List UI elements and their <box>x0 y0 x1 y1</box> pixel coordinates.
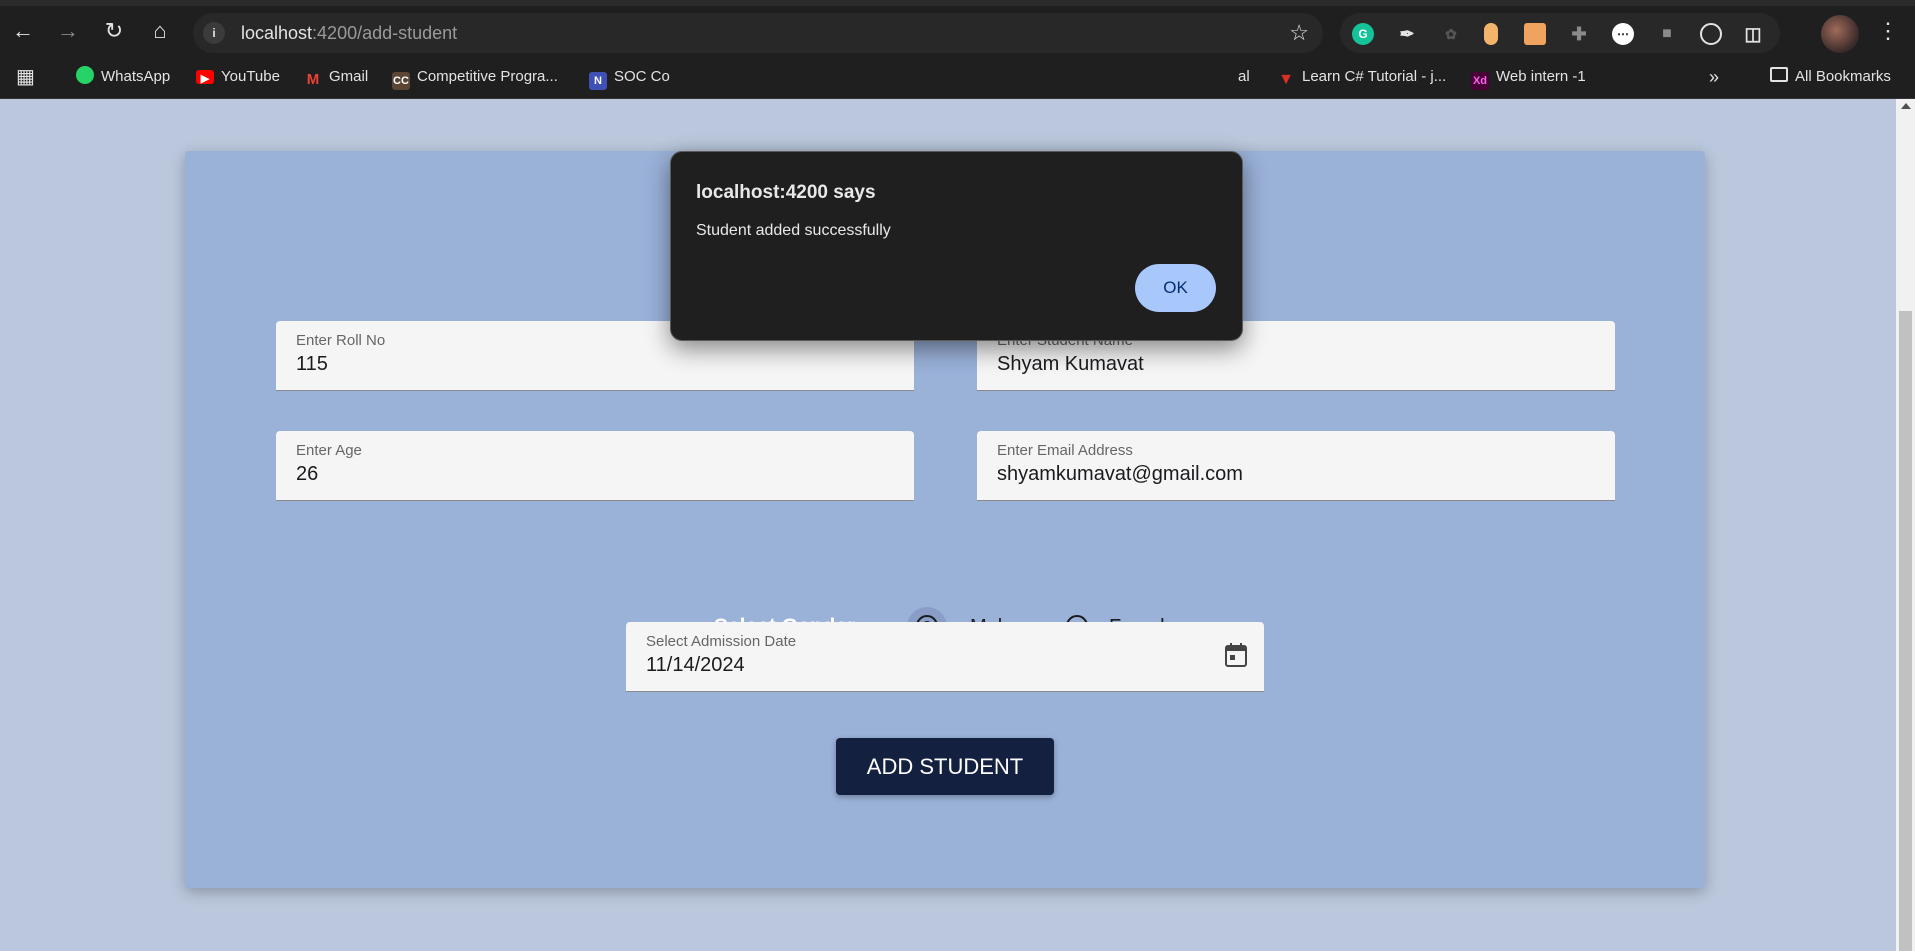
robot-extension-icon[interactable]: ■ <box>1656 23 1678 45</box>
bookmark-web-intern[interactable]: Xd Web intern -1 <box>1471 66 1586 90</box>
more-bookmarks-chevron-icon[interactable]: » <box>1709 66 1719 88</box>
back-arrow-icon[interactable]: ← <box>8 16 38 46</box>
profile-avatar[interactable] <box>1821 15 1859 53</box>
fox-extension-icon[interactable] <box>1484 23 1498 45</box>
ruler-extension-icon[interactable]: ✚ <box>1568 23 1590 45</box>
bookmark-competitive-programming[interactable]: CC Competitive Progra... <box>392 66 558 90</box>
extension-muted-icon[interactable]: ✿ <box>1440 23 1462 45</box>
add-student-button[interactable]: ADD STUDENT <box>836 738 1054 795</box>
roll-no-value[interactable]: 115 <box>296 353 328 376</box>
bookmark-whatsapp[interactable]: WhatsApp <box>76 66 170 88</box>
bookmark-gmail[interactable]: M Gmail <box>304 66 368 88</box>
camera-extension-icon[interactable] <box>1524 23 1546 45</box>
n-icon: N <box>589 72 607 90</box>
site-info-icon[interactable]: i <box>203 22 225 44</box>
address-bar[interactable]: i localhost:4200/add-student ☆ <box>193 13 1323 53</box>
folder-icon <box>1770 67 1788 82</box>
age-value[interactable]: 26 <box>296 463 318 486</box>
age-label: Enter Age <box>296 442 362 459</box>
target-extension-icon[interactable] <box>1700 23 1722 45</box>
menu-kebab-icon[interactable]: ⋮ <box>1877 18 1899 44</box>
admission-date-value[interactable]: 11/14/2024 <box>646 654 745 677</box>
tutorial-icon: ▼ <box>1278 71 1294 88</box>
alert-dialog: localhost:4200 says Student added succes… <box>670 151 1243 341</box>
forward-arrow-icon[interactable]: → <box>53 16 83 46</box>
all-bookmarks-folder[interactable]: All Bookmarks <box>1770 66 1891 88</box>
scroll-thumb[interactable] <box>1899 311 1912 951</box>
puzzle-extensions-icon[interactable]: ◫ <box>1742 23 1764 45</box>
xd-icon: Xd <box>1471 72 1489 90</box>
email-value[interactable]: shyamkumavat@gmail.com <box>997 463 1243 486</box>
admission-date-label: Select Admission Date <box>646 633 797 650</box>
reload-icon[interactable]: ↻ <box>99 16 129 46</box>
youtube-icon: ▶ <box>196 70 214 85</box>
dialog-title: localhost:4200 says <box>696 182 876 203</box>
gmail-icon: M <box>306 71 320 88</box>
bookmark-soc[interactable]: N SOC Co <box>589 66 670 90</box>
url-text: localhost:4200/add-student <box>241 23 458 43</box>
browser-toolbar: ← → ↻ ⌂ i localhost:4200/add-student ☆ G… <box>0 0 1915 56</box>
whatsapp-icon <box>76 66 94 84</box>
admission-date-field[interactable]: Select Admission Date 11/14/2024 <box>626 622 1264 692</box>
apps-grid-icon[interactable]: ▦ <box>16 66 35 88</box>
extensions-bar: G ✒ ✿ ✚ ⋯ ■ ◫ <box>1340 13 1780 53</box>
home-icon[interactable]: ⌂ <box>145 16 175 46</box>
cc-icon: CC <box>392 72 410 90</box>
dialog-message: Student added successfully <box>696 222 891 239</box>
scroll-up-arrow-icon[interactable] <box>1901 103 1911 109</box>
bookmark-youtube[interactable]: ▶ YouTube <box>196 66 280 88</box>
bookmark-learn-csharp[interactable]: ▼ Learn C# Tutorial - j... <box>1277 66 1446 88</box>
bookmark-partial[interactable]: al <box>1238 66 1250 88</box>
chat-extension-icon[interactable]: ⋯ <box>1612 23 1634 45</box>
bookmark-star-icon[interactable]: ☆ <box>1289 20 1309 46</box>
page-viewport: Enter Roll No 115 Enter Student Name Shy… <box>0 99 1896 951</box>
bookmarks-bar: ▦ WhatsApp ▶ YouTube M Gmail CC Competitive… <box>0 56 1915 99</box>
calendar-icon[interactable] <box>1224 642 1248 668</box>
age-field[interactable]: Enter Age 26 <box>276 431 914 501</box>
email-label: Enter Email Address <box>997 442 1133 459</box>
grammarly-icon[interactable]: G <box>1352 23 1374 45</box>
student-name-value[interactable]: Shyam Kumavat <box>997 353 1144 376</box>
dialog-ok-button[interactable]: OK <box>1135 264 1216 312</box>
page-scrollbar[interactable] <box>1896 99 1915 951</box>
email-field[interactable]: Enter Email Address shyamkumavat@gmail.c… <box>977 431 1615 501</box>
roll-no-label: Enter Roll No <box>296 332 386 349</box>
eyedropper-icon[interactable]: ✒ <box>1396 23 1418 45</box>
